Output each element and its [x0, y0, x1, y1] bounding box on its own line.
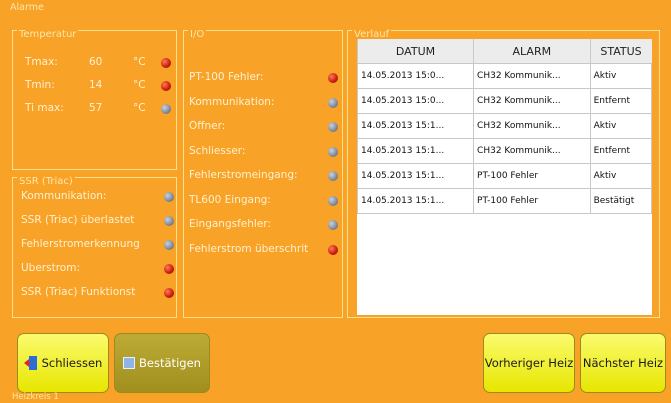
- ssr-label: Überstrom:: [21, 262, 80, 274]
- io-label: Eingangsfehler:: [189, 218, 271, 230]
- table-row[interactable]: 14.05.2013 15:0... CH32 Kommunik... Aktiv: [356, 63, 653, 89]
- table-cell: Entfernt: [589, 138, 653, 164]
- column-header[interactable]: ALARM: [473, 39, 591, 64]
- table-cell: CH32 Kommunik...: [473, 63, 591, 89]
- confirm-button[interactable]: Bestätigen: [114, 333, 210, 393]
- temperature-label: Tmin:: [25, 79, 55, 91]
- heating-circuit-label: Heizkreis 1: [12, 392, 59, 402]
- table-cell: CH32 Kommunik...: [473, 138, 591, 164]
- door-exit-icon: [23, 356, 37, 370]
- ssr-label: Fehlerstromerkennung: [21, 238, 140, 250]
- temperature-label: Tmax:: [25, 56, 58, 68]
- status-led-icon: [328, 220, 338, 230]
- table-cell: 14.05.2013 15:1...: [356, 188, 475, 214]
- status-led-icon: [164, 240, 174, 250]
- status-led-icon: [161, 58, 171, 68]
- io-label: Schliesser:: [189, 144, 246, 157]
- io-label: TL600 Eingang:: [189, 193, 271, 206]
- status-led-icon: [164, 192, 174, 202]
- table-cell: PT-100 Fehler: [473, 163, 591, 189]
- status-led-icon: [161, 81, 171, 91]
- temperature-value: 14: [89, 79, 103, 91]
- history-panel: Verlauf DATUM ALARM STATUS 14.05.2013 15:0…: [347, 29, 660, 318]
- table-cell: 14.05.2013 15:1...: [356, 113, 475, 139]
- status-led-icon: [328, 97, 338, 108]
- temperature-unit: °C: [133, 79, 146, 91]
- table-cell: Entfernt: [589, 88, 653, 114]
- close-button[interactable]: Schliessen: [17, 333, 109, 393]
- status-led-icon: [164, 216, 174, 226]
- temperature-unit: °C: [133, 102, 146, 114]
- ssr-label: SSR (Triac) überlastet: [21, 214, 135, 226]
- table-cell: Aktiv: [589, 63, 653, 89]
- next-heating-button-label: Nächster Heiz: [582, 356, 664, 370]
- temperature-value: 60: [89, 56, 103, 68]
- io-label: Öffner:: [189, 120, 226, 132]
- temperature-panel-title: Temperatur: [17, 29, 79, 40]
- history-table: DATUM ALARM STATUS 14.05.2013 15:0... CH32 …: [356, 39, 653, 214]
- table-cell: CH32 Kommunik...: [473, 88, 591, 114]
- table-cell: CH32 Kommunik...: [473, 113, 591, 139]
- table-row[interactable]: 14.05.2013 15:1... CH32 Kommunik... Aktiv: [356, 113, 653, 139]
- status-led-icon: [328, 195, 338, 206]
- table-cell: 14.05.2013 15:1...: [356, 138, 475, 164]
- table-cell: 14.05.2013 15:1...: [356, 163, 475, 189]
- temperature-panel: Temperatur Tmax: 60 °C Tmin: 14 °C Ti max: 57 °C: [12, 29, 177, 170]
- status-led-icon: [328, 122, 338, 132]
- confirm-button-label: Bestätigen: [139, 356, 201, 370]
- ssr-label: SSR (Triac) Funktionst: [21, 286, 136, 298]
- table-cell: 14.05.2013 15:0...: [356, 63, 475, 89]
- table-cell: Bestätigt: [589, 188, 653, 214]
- temperature-label: Ti max:: [25, 102, 64, 114]
- status-led-icon: [328, 171, 338, 181]
- io-label: Fehlerstrom überschrit: [189, 242, 309, 255]
- table-cell: 14.05.2013 15:0...: [356, 88, 475, 114]
- ssr-panel: SSR (Triac) Kommunikation: SSR (Triac) üb…: [12, 176, 177, 318]
- temperature-value: 57: [89, 102, 103, 114]
- io-panel: I/O PT-100 Fehler: Kommunikation: Öffner: S…: [183, 29, 343, 318]
- ssr-label: Kommunikation:: [21, 190, 107, 202]
- status-led-icon: [328, 146, 338, 157]
- table-cell: Aktiv: [589, 163, 653, 189]
- window-title: Alarme: [10, 2, 44, 13]
- io-panel-title: I/O: [188, 29, 207, 40]
- table-cell: Aktiv: [589, 113, 653, 139]
- confirm-icon: [123, 357, 136, 369]
- temperature-unit: °C: [133, 56, 146, 68]
- io-label: Kommunikation:: [189, 95, 275, 108]
- history-table-area[interactable]: DATUM ALARM STATUS 14.05.2013 15:0... CH32 …: [356, 39, 653, 315]
- column-header[interactable]: STATUS: [589, 39, 652, 64]
- table-row[interactable]: 14.05.2013 15:1... PT-100 Fehler Aktiv: [356, 163, 653, 189]
- status-led-icon: [161, 104, 171, 114]
- next-heating-button[interactable]: Nächster Heiz: [580, 333, 666, 393]
- io-label: PT-100 Fehler:: [189, 71, 264, 83]
- table-row[interactable]: 14.05.2013 15:1... CH32 Kommunik... Entfer…: [356, 138, 653, 164]
- io-label: Fehlerstromeingang:: [189, 169, 298, 181]
- status-led-icon: [164, 264, 174, 274]
- status-led-icon: [328, 244, 338, 255]
- close-button-label: Schliessen: [41, 356, 103, 370]
- status-led-icon: [328, 73, 338, 83]
- ssr-panel-title: SSR (Triac): [17, 176, 75, 187]
- table-row[interactable]: 14.05.2013 15:0... CH32 Kommunik... Entfer…: [356, 88, 653, 114]
- table-row[interactable]: 14.05.2013 15:1... PT-100 Fehler Bestätigt: [356, 188, 653, 214]
- column-header[interactable]: DATUM: [356, 39, 474, 64]
- table-cell: PT-100 Fehler: [473, 188, 591, 214]
- previous-heating-button[interactable]: Vorheriger Heiz: [483, 333, 575, 393]
- status-led-icon: [164, 288, 174, 298]
- previous-heating-button-label: Vorheriger Heiz: [484, 356, 574, 370]
